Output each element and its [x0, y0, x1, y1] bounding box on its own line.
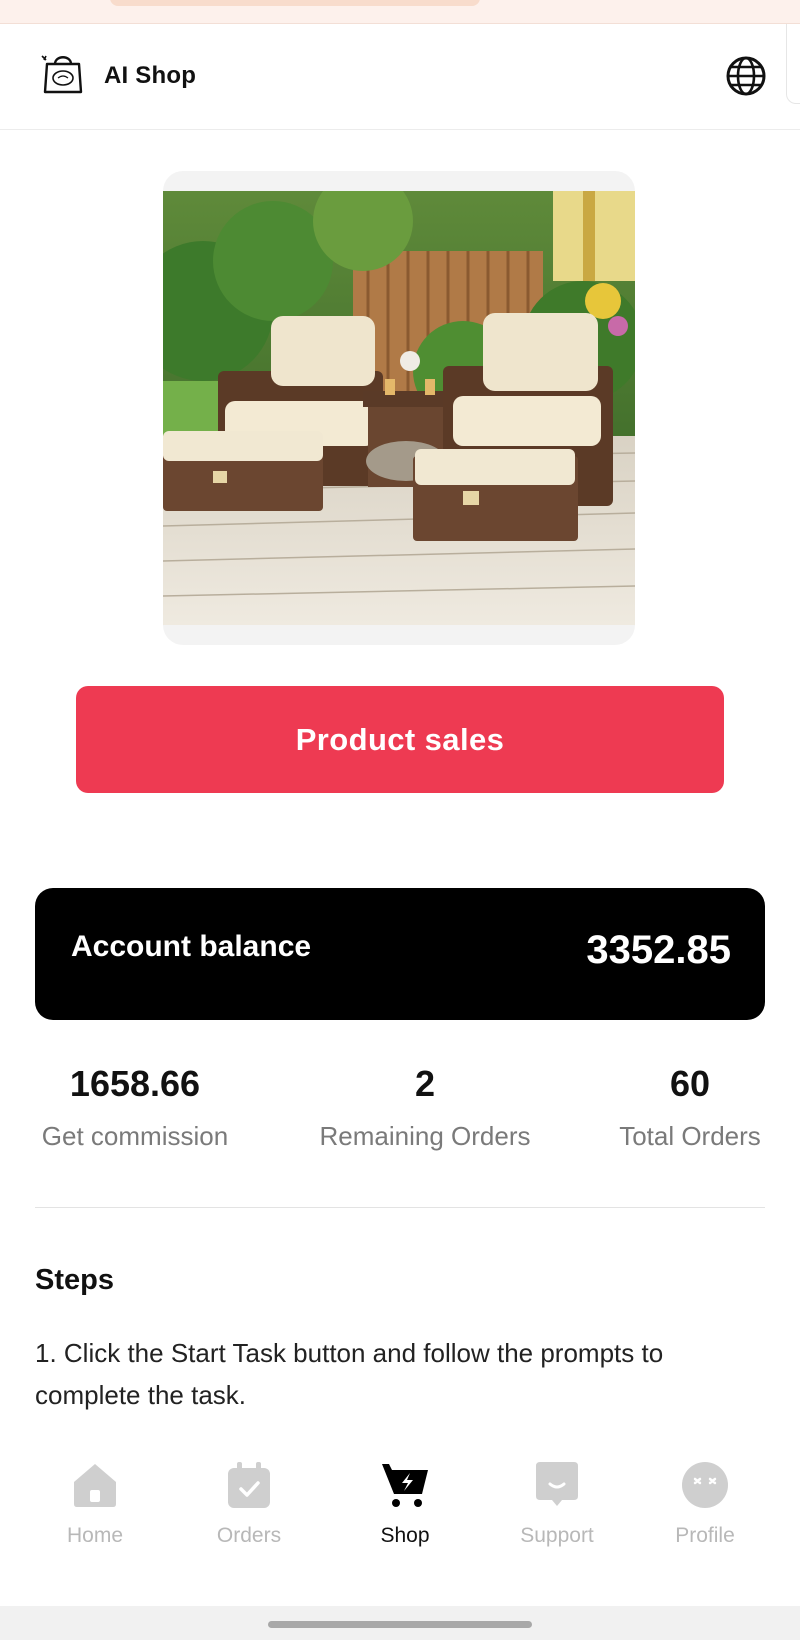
calendar-check-icon [224, 1460, 274, 1510]
steps-item: 1. Click the Start Task button and follo… [35, 1338, 664, 1410]
steps-title: Steps [35, 1264, 114, 1296]
cart-icon [380, 1460, 430, 1510]
stat-label: Total Orders [619, 1121, 761, 1151]
nav-item-profile[interactable]: Profile [640, 1460, 770, 1548]
balance-label: Account balance [71, 930, 312, 963]
globe-icon[interactable] [724, 54, 768, 98]
product-sales-button[interactable]: Product sales [76, 686, 724, 793]
balance-value: 3352.85 [586, 928, 731, 972]
top-banner-pill [110, 0, 480, 6]
nav-item-shop[interactable]: Shop [340, 1460, 470, 1548]
nav-label: Support [520, 1524, 594, 1547]
top-banner-strip [0, 0, 800, 24]
bottom-nav: Home Orders Shop Support Profile [0, 1440, 800, 1610]
divider [35, 1207, 765, 1208]
nav-label: Orders [216, 1524, 282, 1547]
side-panel-edge [786, 24, 800, 104]
stats-row: 1658.66 Get commission 2 Remaining Order… [0, 1060, 800, 1180]
nav-item-home[interactable]: Home [30, 1460, 160, 1548]
app-header: AI Shop [0, 24, 800, 130]
nav-label: Profile [675, 1524, 735, 1547]
stat-label: Get commission [41, 1121, 229, 1151]
chat-icon [532, 1460, 582, 1510]
stat-commission: 1658.66 Get commission [35, 1060, 235, 1156]
stat-value: 60 [669, 1063, 711, 1104]
nav-item-orders[interactable]: Orders [184, 1460, 314, 1548]
nav-label: Home [66, 1524, 124, 1547]
stat-value: 1658.66 [69, 1063, 201, 1104]
stat-value: 2 [414, 1063, 436, 1104]
shopping-bag-icon [40, 50, 86, 96]
stat-remaining-orders: 2 Remaining Orders [300, 1060, 550, 1156]
account-balance-card: Account balance 3352.85 [35, 888, 765, 1020]
nav-label: Shop [380, 1524, 430, 1547]
system-gesture-bar [0, 1606, 800, 1640]
nav-item-support[interactable]: Support [492, 1460, 622, 1548]
user-face-icon [680, 1460, 730, 1510]
app-title: AI Shop [104, 62, 197, 89]
product-image [163, 171, 635, 645]
app-screen: AI Shop Product sales Account balance 33… [0, 0, 800, 1640]
home-icon [70, 1460, 120, 1510]
home-gesture-handle[interactable] [268, 1621, 532, 1628]
patio-furniture-image [163, 191, 635, 625]
stat-label: Remaining Orders [319, 1121, 531, 1151]
stat-total-orders: 60 Total Orders [610, 1060, 770, 1156]
